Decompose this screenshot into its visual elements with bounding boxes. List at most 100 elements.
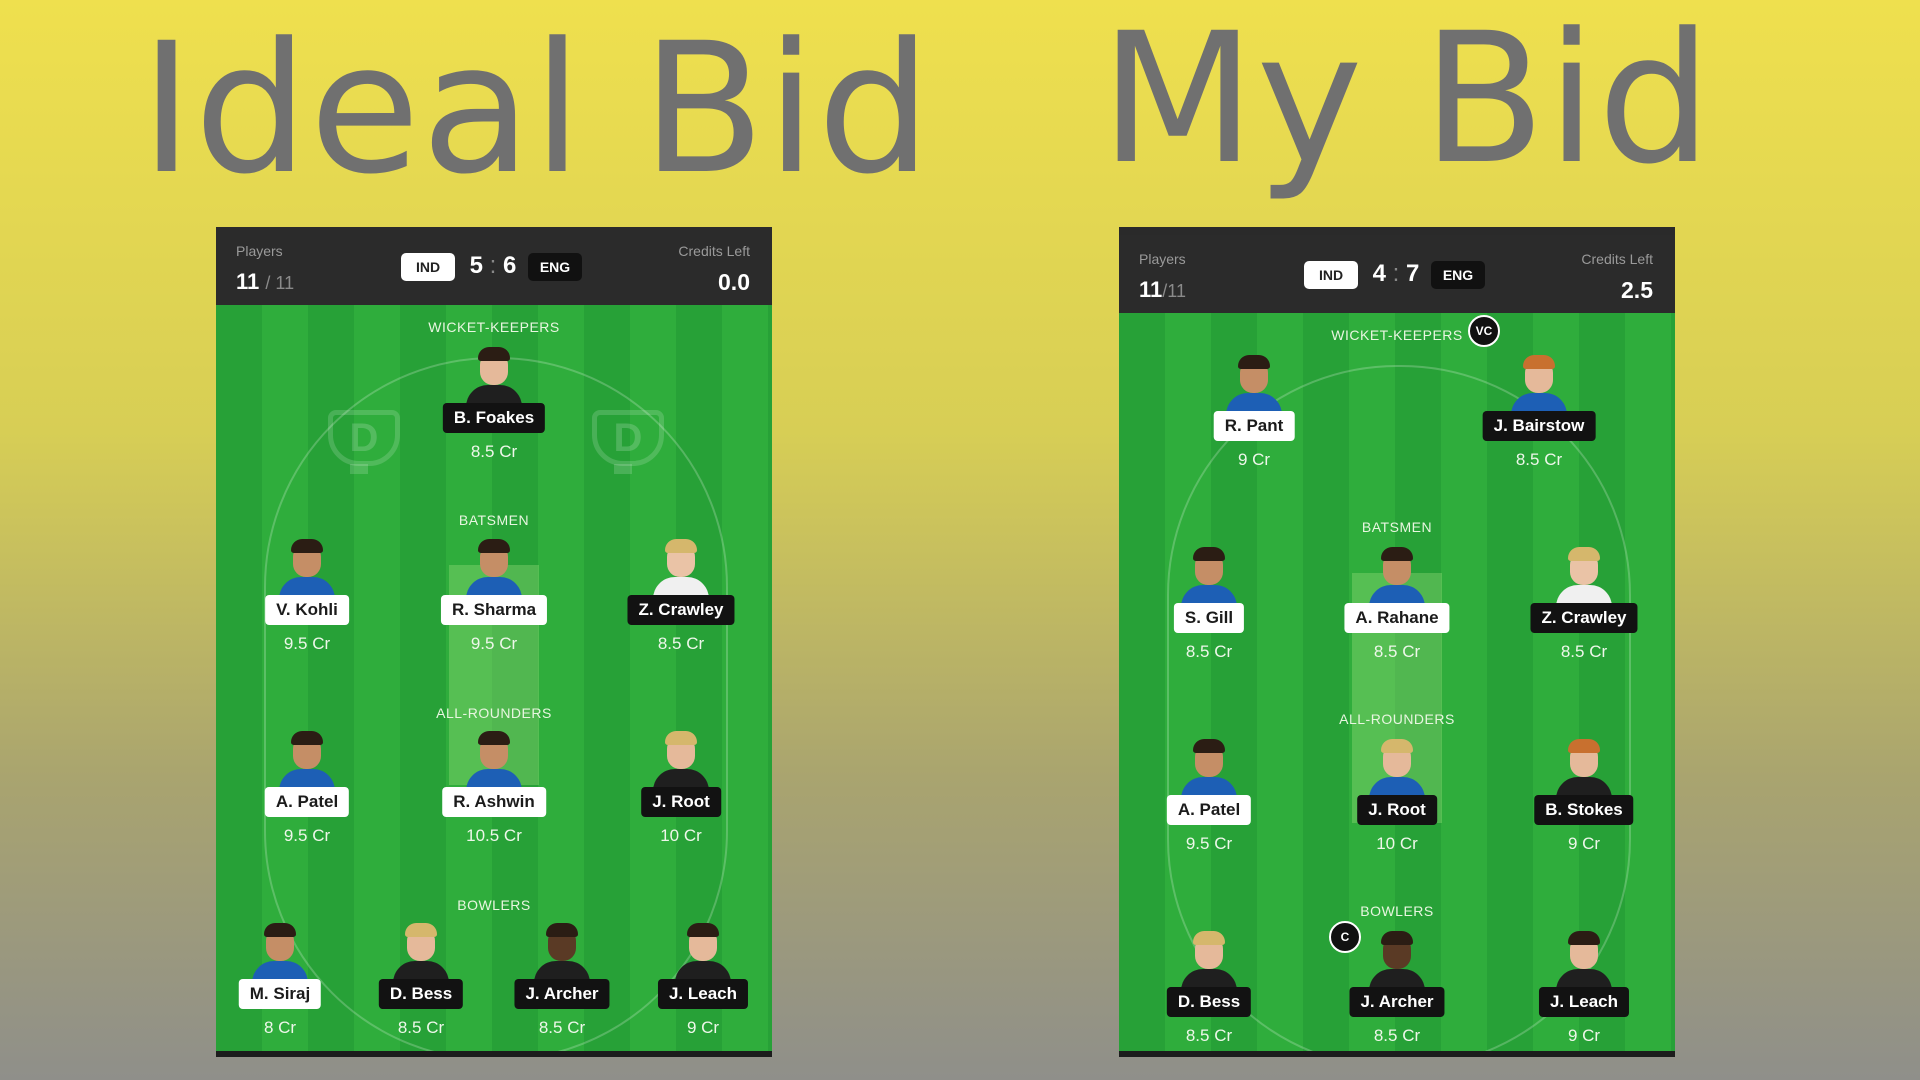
player-credits: 8.5 Cr [657,634,705,653]
player-avatar [1509,353,1569,419]
player-card[interactable]: Z. Crawley 8.5 Cr [621,537,741,687]
player-name: M. Siraj [238,979,322,1009]
player-card[interactable]: Z. Crawley 8.5 Cr [1524,545,1644,695]
player-avatar [1554,929,1614,995]
ideal-team-panel: Players 11 / 11 IND 5 : 6 ENG Credits Le… [216,227,772,1057]
player-credits: 8.5 Cr [1185,1026,1233,1045]
player-name: J. Root [1357,795,1437,825]
section-all-rounders: ALL-ROUNDERS [1339,711,1455,727]
team-header: Players 11 / 11 IND 5 : 6 ENG Credits Le… [216,227,772,305]
player-card[interactable]: S. Gill 8.5 Cr [1149,545,1269,695]
player-avatar [532,921,592,987]
split-colon: : [1392,260,1400,287]
team1-badge: IND [1304,261,1358,289]
credits-label: Credits Left [1581,251,1653,267]
player-name: J. Leach [657,979,749,1009]
player-avatar [464,729,524,795]
team2-badge: ENG [528,253,582,281]
players-total: / 11 [265,273,295,293]
player-name: B. Foakes [442,403,546,433]
player-credits: 8.5 Cr [1185,642,1233,661]
player-avatar [1179,929,1239,995]
player-card[interactable]: R. Ashwin 10.5 Cr [434,729,554,879]
player-name: R. Pant [1213,411,1295,441]
player-card[interactable]: A. Rahane 8.5 Cr [1337,545,1457,695]
section-batsmen: BATSMEN [1361,519,1433,535]
player-card[interactable]: D. Bess 8.5 Cr [1149,929,1269,1057]
player-credits: 9 Cr [1567,1026,1601,1045]
players-selected: 11 [236,269,260,294]
player-name: J. Archer [514,979,610,1009]
players-label: Players [1139,251,1186,267]
player-name: A. Rahane [1344,603,1450,633]
player-name: V. Kohli [265,595,349,625]
vice-captain-badge: VC [1468,315,1500,347]
cricket-field: D D WICKET-KEEPERS B. Foakes 8.5 Cr BATS… [216,305,772,1057]
players-count: 11 / 11 [236,269,294,295]
player-card[interactable]: R. Sharma 9.5 Cr [434,537,554,687]
section-all-rounders: ALL-ROUNDERS [436,705,552,721]
player-name: Z. Crawley [627,595,735,625]
bottom-bar [216,1051,772,1057]
bottom-bar [1119,1051,1675,1057]
player-avatar [250,921,310,987]
player-credits: 9 Cr [1237,450,1271,469]
player-card[interactable]: A. Patel 9.5 Cr [1149,737,1269,887]
section-wicket-keepers: WICKET-KEEPERS [428,319,560,335]
team-split: 4 : 7 [1366,260,1426,288]
players-selected: 11 [1139,277,1163,302]
player-name: A. Patel [264,787,350,817]
player-avatar [277,729,337,795]
section-batsmen: BATSMEN [458,512,530,528]
player-name: B. Stokes [1534,795,1634,825]
player-credits: 9 Cr [1567,834,1601,853]
player-credits: 8 Cr [263,1018,297,1037]
player-name: R. Sharma [440,595,548,625]
players-total: /11 [1162,281,1186,301]
player-name: D. Bess [1166,987,1252,1017]
player-credits: 8.5 Cr [470,442,518,461]
player-name: Z. Crawley [1530,603,1638,633]
player-name: R. Ashwin [442,787,546,817]
player-card[interactable]: A. Patel 9.5 Cr [247,729,367,879]
player-card[interactable]: B. Stokes 9 Cr [1524,737,1644,887]
player-credits: 9.5 Cr [283,634,331,653]
player-credits: 8.5 Cr [1373,642,1421,661]
player-avatar [464,345,524,411]
player-card[interactable]: V. Kohli 9.5 Cr [247,537,367,687]
player-credits: 9.5 Cr [283,826,331,845]
ideal-bid-title: Ideal Bid [140,5,933,214]
player-card[interactable]: R. Pant 9 Cr [1194,353,1314,503]
player-card[interactable]: J. Root 10 Cr [1337,737,1457,887]
player-name: D. Bess [378,979,464,1009]
player-avatar [651,729,711,795]
split-colon: : [489,252,497,279]
credits-left-value: 0.0 [718,269,750,295]
player-name: A. Patel [1166,795,1252,825]
player-avatar [277,537,337,603]
section-bowlers: BOWLERS [457,897,531,913]
player-card[interactable]: B. Foakes 8.5 Cr [434,345,554,495]
player-card[interactable]: J. Leach 9 Cr [1524,929,1644,1057]
player-name: J. Bairstow [1482,411,1596,441]
player-avatar [1554,737,1614,803]
player-card[interactable]: J. Leach 9 Cr [643,921,763,1057]
player-credits: 10 Cr [660,826,702,845]
players-count: 11/11 [1139,277,1186,303]
player-card[interactable]: D. Bess 8.5 Cr [361,921,481,1057]
player-avatar [1367,737,1427,803]
cricket-field: WICKET-KEEPERS R. Pant 9 Cr J. Bairstow … [1119,313,1675,1057]
player-card[interactable]: M. Siraj 8 Cr [220,921,340,1057]
team2-badge: ENG [1431,261,1485,289]
team1-count: 5 [469,252,483,279]
trophy-watermark-icon: D [584,410,664,476]
player-card[interactable]: J. Bairstow 8.5 Cr [1479,353,1599,503]
player-avatar [1554,545,1614,611]
trophy-watermark-icon: D [320,410,400,476]
player-card[interactable]: J. Archer 8.5 Cr [502,921,622,1057]
player-card[interactable]: J. Root 10 Cr [621,729,741,879]
my-team-panel: Players 11/11 IND 4 : 7 ENG Credits Left… [1119,227,1675,1057]
player-credits: 9.5 Cr [1185,834,1233,853]
my-bid-title: My Bid [1100,0,1713,204]
player-avatar [464,537,524,603]
